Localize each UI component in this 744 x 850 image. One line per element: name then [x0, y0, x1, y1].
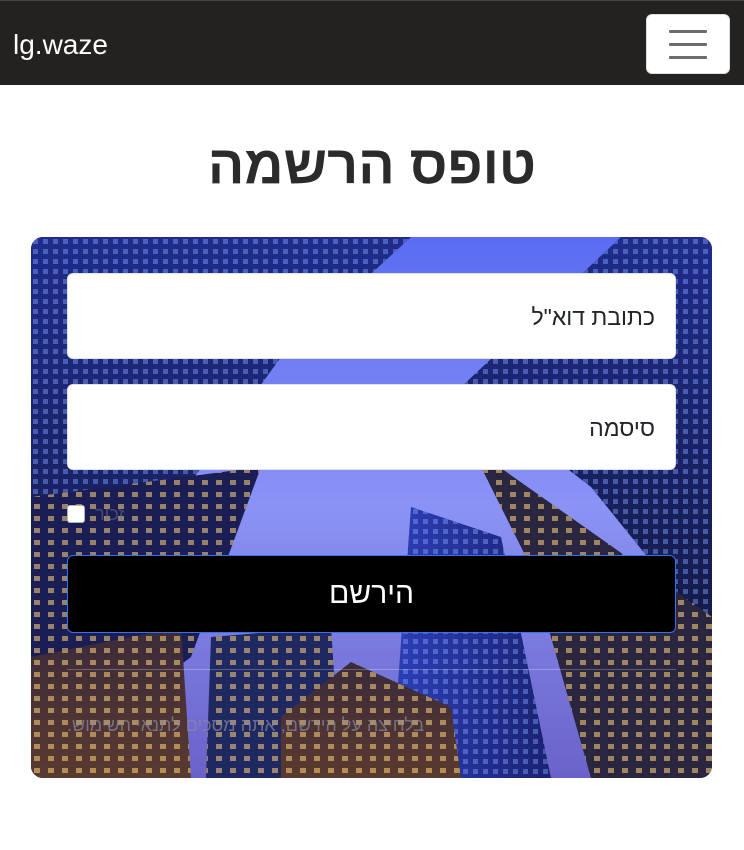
page-title: טופס הרשמה — [207, 135, 537, 195]
hamburger-menu-icon-bar — [669, 55, 707, 59]
register-button[interactable]: הירשם — [67, 555, 676, 633]
hamburger-menu-icon-bar — [669, 42, 707, 46]
navbar-toggler-button[interactable] — [646, 14, 730, 74]
remember-me: זכור — [67, 504, 124, 524]
brand-link[interactable]: lg.waze — [13, 27, 108, 63]
remember-checkbox[interactable] — [67, 505, 85, 523]
remember-label: זכור — [95, 503, 125, 524]
email-field[interactable]: כתובת דוא"ל — [67, 273, 676, 359]
terms-text: בלחיצה על הירשם, אתה מסכים לתנאי השימוש. — [67, 715, 425, 735]
password-field[interactable]: סיסמה — [67, 384, 676, 470]
navbar: lg.waze — [0, 0, 744, 85]
signup-card: כתובת דוא"ל סיסמה זכור הירשם בלחיצה על ה… — [31, 237, 712, 778]
divider — [67, 669, 676, 670]
hamburger-menu-icon — [669, 29, 707, 33]
